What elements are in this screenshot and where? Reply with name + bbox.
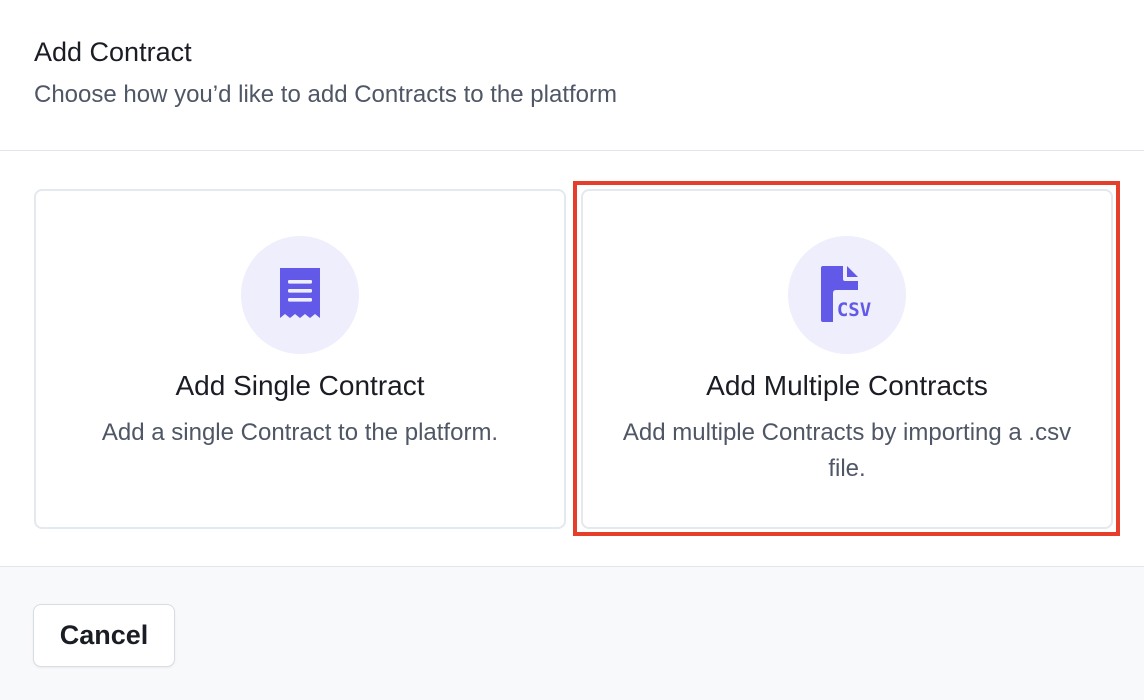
add-single-contract-option[interactable]: Add Single Contract Add a single Contrac…	[34, 189, 566, 529]
receipt-icon	[241, 236, 359, 354]
option-title: Add Multiple Contracts	[706, 370, 988, 401]
option-description: Add a single Contract to the platform.	[101, 419, 499, 446]
option-title: Add Single Contract	[175, 370, 425, 401]
add-contract-dialog: Add Contract Choose how you’d like to ad…	[0, 0, 1144, 700]
csv-file-icon: CSV	[788, 236, 906, 354]
dialog-title: Add Contract	[34, 37, 192, 67]
add-multiple-contracts-option[interactable]: CSV Add Multiple Contracts Add multiple …	[581, 189, 1113, 529]
dialog-header: Add Contract Choose how you’d like to ad…	[0, 0, 1144, 151]
cancel-button[interactable]: Cancel	[33, 604, 175, 667]
dialog-footer: Cancel	[0, 566, 1144, 700]
option-description: Add multiple Contracts by importing a .c…	[622, 419, 1072, 482]
csv-icon-label: CSV	[837, 299, 871, 321]
dialog-subtitle: Choose how you’d like to add Contracts t…	[34, 81, 617, 108]
